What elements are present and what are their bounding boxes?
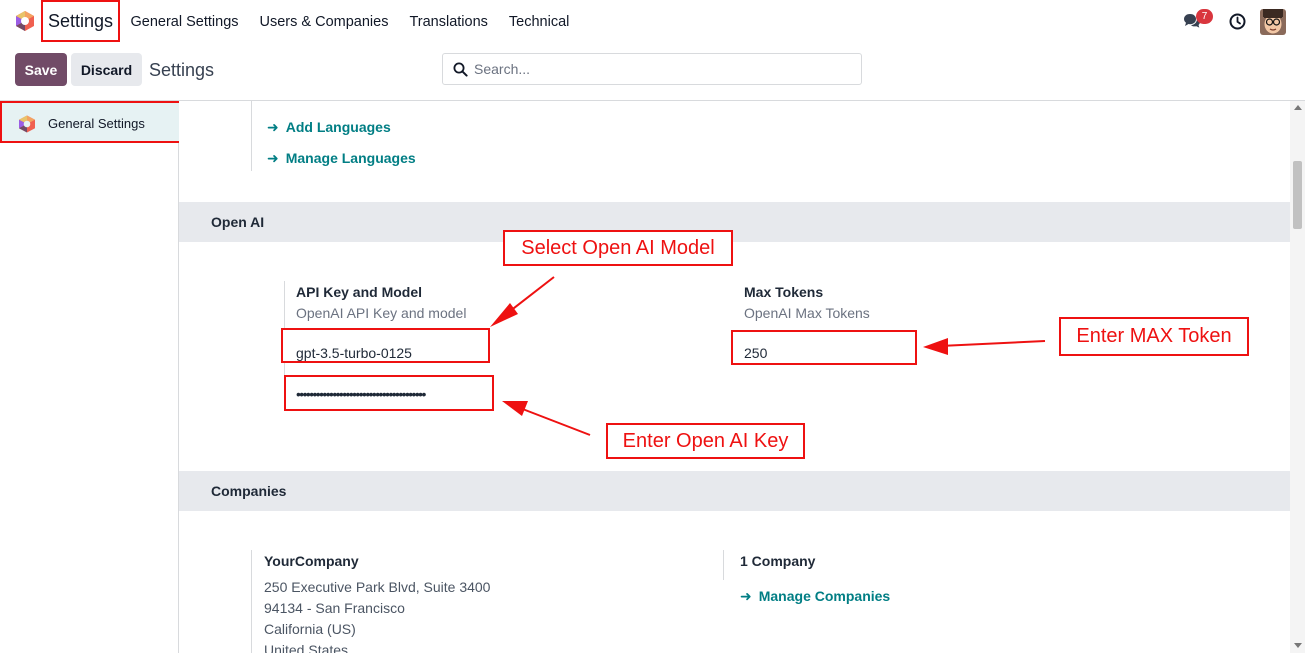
- scroll-down-arrow-icon[interactable]: [1294, 643, 1302, 648]
- annotation-openai-key: Enter Open AI Key: [606, 423, 805, 459]
- scroll-up-arrow-icon[interactable]: [1294, 105, 1302, 110]
- top-navbar: Settings General Settings Users & Compan…: [0, 0, 1305, 44]
- menu-general-settings[interactable]: General Settings: [120, 14, 249, 30]
- company-count-block: [723, 550, 724, 580]
- search-input[interactable]: [474, 55, 854, 83]
- manage-languages-label: Manage Languages: [285, 150, 416, 166]
- languages-block: [251, 101, 252, 171]
- clock-icon[interactable]: [1229, 13, 1246, 30]
- companies-section-header: Companies: [179, 471, 1290, 511]
- sidebar-item-general-settings[interactable]: General Settings: [0, 101, 181, 143]
- odoo-logo-icon[interactable]: [14, 10, 36, 32]
- company-count: 1 Company: [740, 553, 816, 569]
- add-languages-label: Add Languages: [285, 119, 391, 135]
- app-name-settings[interactable]: Settings: [41, 0, 120, 42]
- api-key-input[interactable]: •••••••••••••••••••••••••••••••••••••••: [284, 375, 494, 411]
- avatar[interactable]: [1260, 9, 1286, 35]
- arrow-right-icon: ➜: [267, 119, 279, 135]
- annotation-select-model: Select Open AI Model: [503, 230, 733, 266]
- control-panel: Save Discard Settings: [0, 44, 1305, 101]
- discard-button[interactable]: Discard: [71, 53, 142, 86]
- manage-languages-link[interactable]: ➜ Manage Languages: [267, 150, 416, 167]
- section-title: Companies: [211, 483, 287, 499]
- scrollbar-thumb[interactable]: [1293, 161, 1302, 229]
- notification-badge: 7: [1196, 9, 1213, 24]
- settings-main: ➜ Add Languages ➜ Manage Languages Open AI…: [179, 101, 1290, 653]
- model-select[interactable]: gpt-3.5-turbo-0125: [281, 328, 490, 363]
- add-languages-link[interactable]: ➜ Add Languages: [267, 119, 391, 136]
- company-address-line: 250 Executive Park Blvd, Suite 3400: [264, 579, 491, 595]
- api-key-masked-value: •••••••••••••••••••••••••••••••••••••••: [296, 386, 426, 402]
- model-value: gpt-3.5-turbo-0125: [296, 345, 412, 361]
- main-menu: General Settings Users & Companies Trans…: [120, 0, 580, 44]
- company-address-line: United States: [264, 642, 349, 653]
- breadcrumb: Settings: [149, 60, 215, 80]
- company-address-line: 94134 - San Francisco: [264, 600, 405, 616]
- section-title: Open AI: [211, 214, 265, 230]
- menu-users-companies[interactable]: Users & Companies: [249, 14, 399, 30]
- api-key-title: API Key and Model: [296, 284, 423, 300]
- company-address-line: California (US): [264, 621, 356, 637]
- sidebar-item-label: General Settings: [48, 116, 145, 131]
- arrow-right-icon: ➜: [740, 588, 752, 604]
- manage-companies-label: Manage Companies: [758, 588, 891, 604]
- arrow-right-icon: ➜: [267, 150, 279, 166]
- search-bar[interactable]: [442, 53, 862, 85]
- max-tokens-title: Max Tokens: [744, 284, 824, 300]
- openai-section-header: Open AI: [179, 202, 1290, 242]
- menu-technical[interactable]: Technical: [498, 14, 579, 30]
- max-tokens-value: 250: [744, 345, 768, 361]
- company-name: YourCompany: [264, 553, 359, 569]
- scrollbar[interactable]: [1290, 101, 1305, 653]
- general-settings-app-icon: [19, 115, 35, 133]
- search-icon: [453, 62, 468, 77]
- manage-companies-link[interactable]: ➜ Manage Companies: [740, 588, 890, 605]
- annotation-max-token: Enter MAX Token: [1059, 317, 1249, 356]
- api-key-description: OpenAI API Key and model: [296, 305, 467, 321]
- max-tokens-description: OpenAI Max Tokens: [744, 305, 870, 321]
- settings-sidebar: General Settings: [0, 101, 181, 653]
- save-button[interactable]: Save: [15, 53, 67, 86]
- company-info-block: [251, 550, 252, 653]
- menu-translations[interactable]: Translations: [399, 14, 498, 30]
- max-tokens-input[interactable]: 250: [731, 330, 917, 365]
